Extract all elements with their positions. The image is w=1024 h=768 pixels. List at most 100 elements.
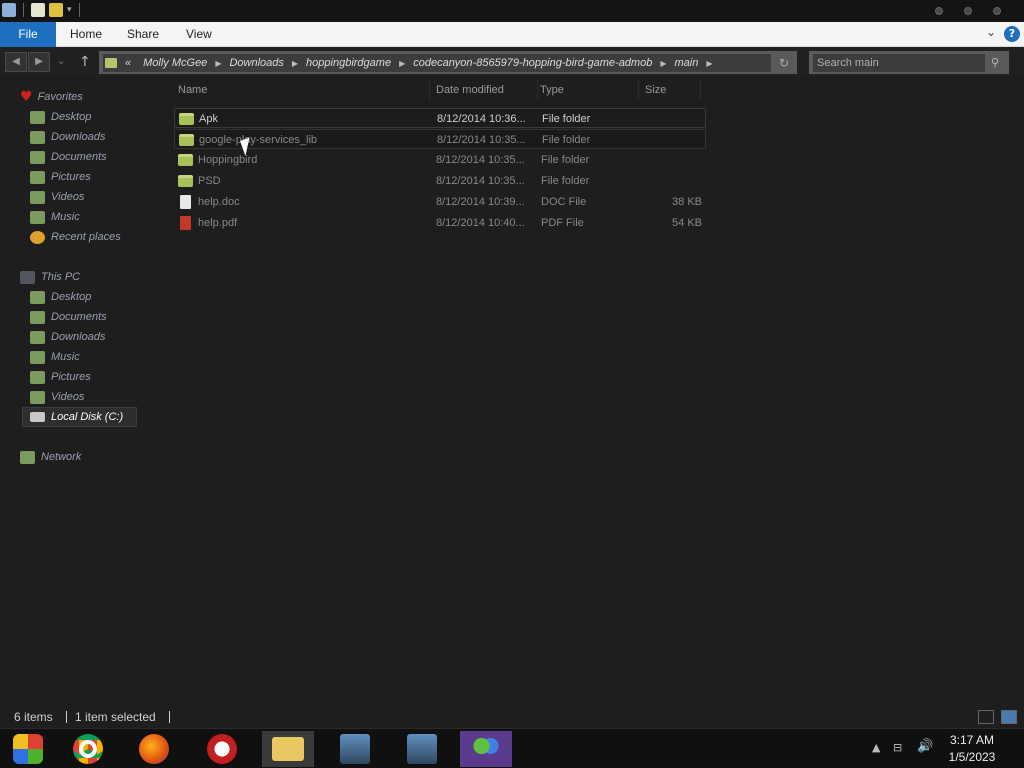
people-icon: [471, 734, 501, 764]
explorer-window-icon: [2, 3, 16, 17]
new-folder-icon[interactable]: [49, 3, 63, 17]
nav-pc-documents[interactable]: Documents: [30, 307, 107, 327]
nav-pc-videos[interactable]: Videos: [30, 387, 84, 407]
drive-icon: [30, 412, 45, 422]
taskbar-app-people[interactable]: [460, 731, 512, 767]
nav-favorites-music[interactable]: Music: [30, 207, 80, 227]
nav-favorites-documents[interactable]: Documents: [30, 147, 107, 167]
clock-time[interactable]: 3:17 AM: [942, 733, 1002, 747]
nav-pc-music[interactable]: Music: [30, 347, 80, 367]
breadcrumb[interactable]: « Molly McGee ▶ Downloads ▶ hoppingbirdg…: [103, 54, 771, 72]
chevron-right-icon[interactable]: ▶: [399, 59, 405, 68]
refresh-icon[interactable]: ↻: [775, 54, 793, 72]
opera-icon: [207, 734, 237, 764]
nav-pc-pictures[interactable]: Pictures: [30, 367, 91, 387]
recent-locations-icon[interactable]: ⌄: [57, 52, 65, 72]
item-count: 6 items: [14, 710, 53, 724]
nav-this-pc[interactable]: This PC: [20, 267, 80, 287]
chevron-right-icon[interactable]: ▶: [706, 59, 712, 68]
column-header-date[interactable]: Date modified: [430, 80, 538, 100]
file-row[interactable]: PSD 8/12/2014 10:35... File folder: [174, 171, 706, 191]
start-button[interactable]: [2, 731, 54, 767]
nav-favorites-downloads[interactable]: Downloads: [30, 127, 105, 147]
close-button[interactable]: [993, 7, 1001, 15]
forward-button[interactable]: ▶: [28, 52, 50, 72]
back-button[interactable]: ◀: [5, 52, 27, 72]
nav-pc-desktop[interactable]: Desktop: [30, 287, 91, 307]
column-header-size[interactable]: Size: [639, 80, 701, 100]
file-row[interactable]: google-play-services_lib 8/12/2014 10:35…: [174, 129, 706, 149]
tab-file[interactable]: File: [0, 22, 56, 47]
title-bar: ▾: [0, 0, 1024, 22]
search-icon[interactable]: ⚲: [987, 55, 1003, 71]
folder-icon: [105, 58, 117, 68]
music-icon: [30, 210, 45, 224]
help-icon[interactable]: ?: [1004, 26, 1020, 42]
tab-share[interactable]: Share: [127, 22, 159, 47]
qat-divider: [23, 3, 24, 17]
show-hidden-icons-icon[interactable]: ▲: [872, 741, 880, 754]
search-box[interactable]: ⚲: [808, 50, 1010, 75]
address-bar[interactable]: « Molly McGee ▶ Downloads ▶ hoppingbirdg…: [98, 50, 798, 75]
chevron-right-icon[interactable]: ▶: [292, 59, 298, 68]
clock-date[interactable]: 1/5/2023: [942, 750, 1002, 764]
documents-icon: [30, 310, 45, 324]
breadcrumb-item[interactable]: hoppingbirdgame: [306, 57, 391, 69]
nav-pc-downloads[interactable]: Downloads: [30, 327, 105, 347]
navigation-pane: ♥ Favorites Desktop Downloads Documents …: [0, 80, 160, 700]
selection-count: 1 item selected: [75, 710, 156, 724]
breadcrumb-item[interactable]: Molly McGee: [143, 57, 207, 69]
taskbar-app-network-setup[interactable]: [329, 731, 381, 767]
nav-favorites-desktop[interactable]: Desktop: [30, 107, 91, 127]
ribbon-tabs: File Home Share View ⌄ ?: [0, 22, 1024, 47]
volume-icon[interactable]: 🔊: [917, 739, 933, 754]
pdf-file-icon: [180, 216, 191, 230]
search-input[interactable]: [813, 54, 985, 72]
heart-icon: ♥: [20, 89, 33, 105]
nav-favorites-recent-places[interactable]: Recent places: [30, 227, 121, 247]
tab-home[interactable]: Home: [70, 22, 102, 47]
taskbar-app-firefox[interactable]: [128, 731, 180, 767]
details-view-button[interactable]: [978, 710, 994, 724]
taskbar-app-network-setup-2[interactable]: [396, 731, 448, 767]
breadcrumb-item[interactable]: Downloads: [229, 57, 283, 69]
maximize-button[interactable]: [964, 7, 972, 15]
navigation-bar: ◀ ▶ ⌄ ↑ « Molly McGee ▶ Downloads ▶ hopp…: [0, 47, 1024, 77]
up-button[interactable]: ↑: [79, 52, 91, 72]
properties-icon[interactable]: [31, 3, 45, 17]
taskbar-app-file-explorer[interactable]: [262, 731, 314, 767]
minimize-button[interactable]: [935, 7, 943, 15]
network-tray-icon[interactable]: ⊟: [893, 741, 902, 754]
qat-dropdown-icon[interactable]: ▾: [67, 5, 72, 15]
chevron-right-icon[interactable]: ▶: [215, 59, 221, 68]
taskbar-app-chrome[interactable]: [62, 731, 114, 767]
nav-favorites-videos[interactable]: Videos: [30, 187, 84, 207]
pictures-icon: [30, 170, 45, 184]
downloads-icon: [30, 330, 45, 344]
network-icon: [20, 450, 35, 464]
column-header-name[interactable]: Name: [172, 80, 430, 100]
folder-icon: [178, 154, 193, 166]
nav-pc-local-disk[interactable]: Local Disk (C:): [22, 407, 137, 427]
folder-icon: [179, 113, 194, 125]
nav-network[interactable]: Network: [20, 447, 81, 467]
tab-view[interactable]: View: [186, 22, 212, 47]
nav-favorites[interactable]: ♥ Favorites: [20, 87, 83, 107]
file-row[interactable]: help.pdf 8/12/2014 10:40... PDF File 54 …: [174, 213, 706, 233]
chrome-icon: [73, 734, 103, 764]
taskbar-app-opera[interactable]: [196, 731, 248, 767]
breadcrumb-item[interactable]: codecanyon-8565979-hopping-bird-game-adm…: [413, 57, 652, 69]
expand-ribbon-icon[interactable]: ⌄: [986, 25, 996, 39]
breadcrumb-item[interactable]: main: [674, 57, 698, 69]
column-header-type[interactable]: Type: [534, 80, 639, 100]
desktop-icon: [30, 110, 45, 124]
file-row[interactable]: help.doc 8/12/2014 10:39... DOC File 38 …: [174, 192, 706, 212]
file-row[interactable]: Apk 8/12/2014 10:36... File folder: [174, 108, 706, 128]
chevron-right-icon[interactable]: ▶: [660, 59, 666, 68]
qat-divider: [78, 3, 80, 17]
folder-icon: [179, 134, 194, 146]
breadcrumb-overflow[interactable]: «: [125, 57, 131, 69]
large-icons-view-button[interactable]: [1001, 710, 1017, 724]
computer-icon: [20, 270, 35, 284]
nav-favorites-pictures[interactable]: Pictures: [30, 167, 91, 187]
